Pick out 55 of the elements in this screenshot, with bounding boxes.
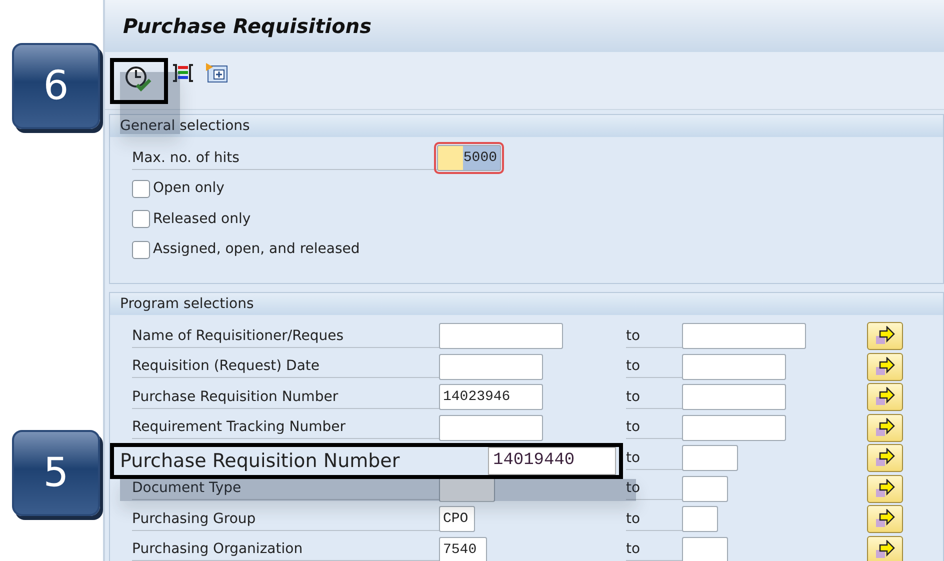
checkbox-label: Assigned, open, and released bbox=[153, 240, 360, 260]
arrow-icon bbox=[874, 418, 896, 438]
clock-check-icon bbox=[124, 65, 154, 93]
color-bars-icon bbox=[171, 62, 195, 84]
group-title: Program selections bbox=[110, 293, 943, 315]
group-title: General selections bbox=[110, 115, 943, 137]
multiple-selection-button[interactable] bbox=[867, 474, 903, 503]
multiple-selection-button[interactable] bbox=[867, 352, 903, 381]
to-field[interactable] bbox=[682, 354, 786, 380]
arrow-icon bbox=[874, 509, 896, 530]
field-label: Purchasing Organization bbox=[132, 538, 439, 561]
to-field[interactable] bbox=[682, 445, 738, 472]
checkbox[interactable] bbox=[132, 180, 150, 198]
checkbox-label: Open only bbox=[153, 179, 224, 198]
from-field[interactable] bbox=[439, 354, 543, 380]
to-field[interactable] bbox=[682, 506, 718, 532]
arrow-icon bbox=[874, 478, 896, 499]
add-button[interactable] bbox=[205, 62, 229, 84]
multiple-selection-button[interactable] bbox=[867, 505, 903, 534]
field-label: Requirement Tracking Number bbox=[132, 416, 439, 440]
checkbox[interactable] bbox=[132, 210, 150, 228]
field-label: Purchasing Group bbox=[132, 508, 439, 531]
from-field[interactable]: CPO bbox=[439, 506, 475, 532]
multiple-selection-button[interactable] bbox=[867, 536, 903, 561]
drop-shadow bbox=[120, 72, 180, 134]
multiple-selection-button[interactable] bbox=[867, 444, 903, 472]
multiple-selection-button[interactable] bbox=[867, 414, 903, 442]
from-field[interactable]: 14023946 bbox=[439, 384, 543, 410]
from-field[interactable] bbox=[439, 323, 563, 350]
field-label: Requisition (Request) Date bbox=[132, 355, 439, 378]
highlight-frame bbox=[110, 58, 168, 104]
multiple-selection-button[interactable] bbox=[867, 383, 903, 412]
hits-field[interactable]: 5000 bbox=[437, 145, 501, 172]
to-field[interactable] bbox=[682, 476, 728, 502]
field-label: Purchase Requisition Number bbox=[132, 386, 439, 409]
from-field[interactable] bbox=[439, 414, 543, 441]
field-label: Name of Requisitioner/Reques bbox=[132, 324, 439, 348]
arrow-icon bbox=[874, 540, 896, 560]
arrow-icon bbox=[874, 387, 896, 408]
arrow-icon bbox=[874, 448, 896, 468]
from-field[interactable]: 7540 bbox=[439, 536, 487, 561]
folder-plus-icon bbox=[205, 62, 229, 84]
checkbox-label: Released only bbox=[153, 210, 251, 229]
to-field[interactable] bbox=[682, 536, 728, 561]
page-title: Purchase Requisitions bbox=[123, 13, 372, 40]
checkbox[interactable] bbox=[132, 240, 150, 259]
arrow-icon bbox=[874, 326, 896, 346]
callout-label: Purchase Requisition Number bbox=[120, 448, 401, 474]
to-field[interactable] bbox=[682, 384, 786, 410]
to-field[interactable] bbox=[682, 414, 786, 441]
to-field[interactable] bbox=[682, 323, 806, 350]
arrow-icon bbox=[874, 356, 896, 377]
layout-button[interactable] bbox=[171, 62, 195, 84]
callout-value: 14019440 bbox=[488, 447, 616, 475]
multiple-selection-button[interactable] bbox=[867, 322, 903, 350]
